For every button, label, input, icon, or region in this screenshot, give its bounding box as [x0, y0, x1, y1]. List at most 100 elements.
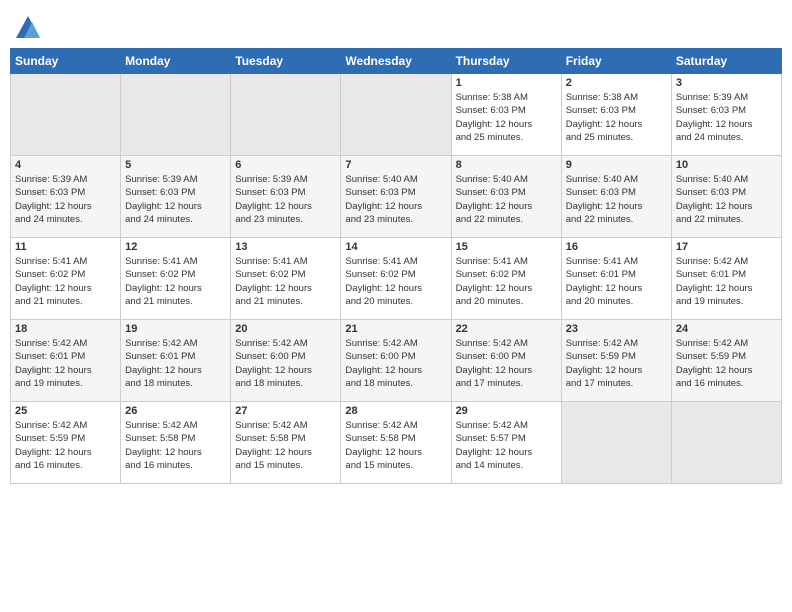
- day-number: 27: [235, 405, 336, 417]
- calendar-cell: 12 Sunrise: 5:41 AMSunset: 6:02 PMDaylig…: [121, 238, 231, 320]
- calendar-cell: [561, 402, 671, 484]
- cell-info: Sunrise: 5:42 AMSunset: 6:01 PMDaylight:…: [676, 255, 777, 308]
- weekday-header-saturday: Saturday: [671, 49, 781, 74]
- cell-info: Sunrise: 5:42 AMSunset: 5:57 PMDaylight:…: [456, 419, 557, 472]
- day-number: 11: [15, 241, 116, 253]
- calendar-cell: 19 Sunrise: 5:42 AMSunset: 6:01 PMDaylig…: [121, 320, 231, 402]
- day-number: 10: [676, 159, 777, 171]
- weekday-header-row: SundayMondayTuesdayWednesdayThursdayFrid…: [11, 49, 782, 74]
- calendar-cell: 24 Sunrise: 5:42 AMSunset: 5:59 PMDaylig…: [671, 320, 781, 402]
- calendar-cell: 6 Sunrise: 5:39 AMSunset: 6:03 PMDayligh…: [231, 156, 341, 238]
- day-number: 1: [456, 77, 557, 89]
- day-number: 3: [676, 77, 777, 89]
- calendar-cell: 15 Sunrise: 5:41 AMSunset: 6:02 PMDaylig…: [451, 238, 561, 320]
- cell-info: Sunrise: 5:38 AMSunset: 6:03 PMDaylight:…: [456, 91, 557, 144]
- cell-info: Sunrise: 5:40 AMSunset: 6:03 PMDaylight:…: [676, 173, 777, 226]
- cell-info: Sunrise: 5:41 AMSunset: 6:02 PMDaylight:…: [235, 255, 336, 308]
- cell-info: Sunrise: 5:41 AMSunset: 6:02 PMDaylight:…: [125, 255, 226, 308]
- cell-info: Sunrise: 5:42 AMSunset: 5:59 PMDaylight:…: [15, 419, 116, 472]
- cell-info: Sunrise: 5:38 AMSunset: 6:03 PMDaylight:…: [566, 91, 667, 144]
- calendar-cell: 3 Sunrise: 5:39 AMSunset: 6:03 PMDayligh…: [671, 74, 781, 156]
- week-row-2: 4 Sunrise: 5:39 AMSunset: 6:03 PMDayligh…: [11, 156, 782, 238]
- day-number: 7: [345, 159, 446, 171]
- page-header: [10, 10, 782, 42]
- calendar-cell: [341, 74, 451, 156]
- calendar-cell: 14 Sunrise: 5:41 AMSunset: 6:02 PMDaylig…: [341, 238, 451, 320]
- day-number: 22: [456, 323, 557, 335]
- day-number: 26: [125, 405, 226, 417]
- calendar-cell: 20 Sunrise: 5:42 AMSunset: 6:00 PMDaylig…: [231, 320, 341, 402]
- logo-icon: [14, 14, 42, 42]
- calendar-cell: 11 Sunrise: 5:41 AMSunset: 6:02 PMDaylig…: [11, 238, 121, 320]
- calendar-cell: 22 Sunrise: 5:42 AMSunset: 6:00 PMDaylig…: [451, 320, 561, 402]
- calendar-cell: 13 Sunrise: 5:41 AMSunset: 6:02 PMDaylig…: [231, 238, 341, 320]
- cell-info: Sunrise: 5:40 AMSunset: 6:03 PMDaylight:…: [345, 173, 446, 226]
- cell-info: Sunrise: 5:42 AMSunset: 5:58 PMDaylight:…: [235, 419, 336, 472]
- calendar-cell: 29 Sunrise: 5:42 AMSunset: 5:57 PMDaylig…: [451, 402, 561, 484]
- calendar-cell: 27 Sunrise: 5:42 AMSunset: 5:58 PMDaylig…: [231, 402, 341, 484]
- calendar-cell: 28 Sunrise: 5:42 AMSunset: 5:58 PMDaylig…: [341, 402, 451, 484]
- cell-info: Sunrise: 5:42 AMSunset: 6:00 PMDaylight:…: [345, 337, 446, 390]
- day-number: 18: [15, 323, 116, 335]
- cell-info: Sunrise: 5:42 AMSunset: 5:58 PMDaylight:…: [125, 419, 226, 472]
- day-number: 12: [125, 241, 226, 253]
- calendar-cell: 18 Sunrise: 5:42 AMSunset: 6:01 PMDaylig…: [11, 320, 121, 402]
- cell-info: Sunrise: 5:40 AMSunset: 6:03 PMDaylight:…: [566, 173, 667, 226]
- day-number: 24: [676, 323, 777, 335]
- calendar-cell: 9 Sunrise: 5:40 AMSunset: 6:03 PMDayligh…: [561, 156, 671, 238]
- calendar-cell: [11, 74, 121, 156]
- logo: [14, 14, 46, 42]
- calendar-cell: 1 Sunrise: 5:38 AMSunset: 6:03 PMDayligh…: [451, 74, 561, 156]
- cell-info: Sunrise: 5:39 AMSunset: 6:03 PMDaylight:…: [235, 173, 336, 226]
- day-number: 8: [456, 159, 557, 171]
- day-number: 14: [345, 241, 446, 253]
- calendar-cell: 21 Sunrise: 5:42 AMSunset: 6:00 PMDaylig…: [341, 320, 451, 402]
- week-row-4: 18 Sunrise: 5:42 AMSunset: 6:01 PMDaylig…: [11, 320, 782, 402]
- calendar-cell: 4 Sunrise: 5:39 AMSunset: 6:03 PMDayligh…: [11, 156, 121, 238]
- week-row-1: 1 Sunrise: 5:38 AMSunset: 6:03 PMDayligh…: [11, 74, 782, 156]
- weekday-header-wednesday: Wednesday: [341, 49, 451, 74]
- day-number: 4: [15, 159, 116, 171]
- cell-info: Sunrise: 5:42 AMSunset: 6:00 PMDaylight:…: [456, 337, 557, 390]
- cell-info: Sunrise: 5:42 AMSunset: 5:59 PMDaylight:…: [676, 337, 777, 390]
- cell-info: Sunrise: 5:42 AMSunset: 6:01 PMDaylight:…: [125, 337, 226, 390]
- cell-info: Sunrise: 5:42 AMSunset: 6:01 PMDaylight:…: [15, 337, 116, 390]
- weekday-header-tuesday: Tuesday: [231, 49, 341, 74]
- calendar-cell: [671, 402, 781, 484]
- day-number: 21: [345, 323, 446, 335]
- cell-info: Sunrise: 5:41 AMSunset: 6:02 PMDaylight:…: [456, 255, 557, 308]
- weekday-header-thursday: Thursday: [451, 49, 561, 74]
- calendar-cell: 7 Sunrise: 5:40 AMSunset: 6:03 PMDayligh…: [341, 156, 451, 238]
- day-number: 23: [566, 323, 667, 335]
- cell-info: Sunrise: 5:40 AMSunset: 6:03 PMDaylight:…: [456, 173, 557, 226]
- day-number: 5: [125, 159, 226, 171]
- day-number: 13: [235, 241, 336, 253]
- cell-info: Sunrise: 5:39 AMSunset: 6:03 PMDaylight:…: [15, 173, 116, 226]
- calendar-cell: [121, 74, 231, 156]
- day-number: 20: [235, 323, 336, 335]
- week-row-5: 25 Sunrise: 5:42 AMSunset: 5:59 PMDaylig…: [11, 402, 782, 484]
- calendar-cell: 5 Sunrise: 5:39 AMSunset: 6:03 PMDayligh…: [121, 156, 231, 238]
- cell-info: Sunrise: 5:42 AMSunset: 5:59 PMDaylight:…: [566, 337, 667, 390]
- cell-info: Sunrise: 5:39 AMSunset: 6:03 PMDaylight:…: [125, 173, 226, 226]
- day-number: 6: [235, 159, 336, 171]
- cell-info: Sunrise: 5:41 AMSunset: 6:02 PMDaylight:…: [15, 255, 116, 308]
- day-number: 29: [456, 405, 557, 417]
- calendar-cell: 16 Sunrise: 5:41 AMSunset: 6:01 PMDaylig…: [561, 238, 671, 320]
- cell-info: Sunrise: 5:42 AMSunset: 5:58 PMDaylight:…: [345, 419, 446, 472]
- calendar-cell: 26 Sunrise: 5:42 AMSunset: 5:58 PMDaylig…: [121, 402, 231, 484]
- cell-info: Sunrise: 5:41 AMSunset: 6:02 PMDaylight:…: [345, 255, 446, 308]
- day-number: 17: [676, 241, 777, 253]
- calendar-cell: 17 Sunrise: 5:42 AMSunset: 6:01 PMDaylig…: [671, 238, 781, 320]
- day-number: 16: [566, 241, 667, 253]
- calendar-cell: 8 Sunrise: 5:40 AMSunset: 6:03 PMDayligh…: [451, 156, 561, 238]
- cell-info: Sunrise: 5:39 AMSunset: 6:03 PMDaylight:…: [676, 91, 777, 144]
- calendar-cell: 23 Sunrise: 5:42 AMSunset: 5:59 PMDaylig…: [561, 320, 671, 402]
- day-number: 15: [456, 241, 557, 253]
- cell-info: Sunrise: 5:42 AMSunset: 6:00 PMDaylight:…: [235, 337, 336, 390]
- calendar-cell: [231, 74, 341, 156]
- weekday-header-friday: Friday: [561, 49, 671, 74]
- cell-info: Sunrise: 5:41 AMSunset: 6:01 PMDaylight:…: [566, 255, 667, 308]
- calendar-table: SundayMondayTuesdayWednesdayThursdayFrid…: [10, 48, 782, 484]
- week-row-3: 11 Sunrise: 5:41 AMSunset: 6:02 PMDaylig…: [11, 238, 782, 320]
